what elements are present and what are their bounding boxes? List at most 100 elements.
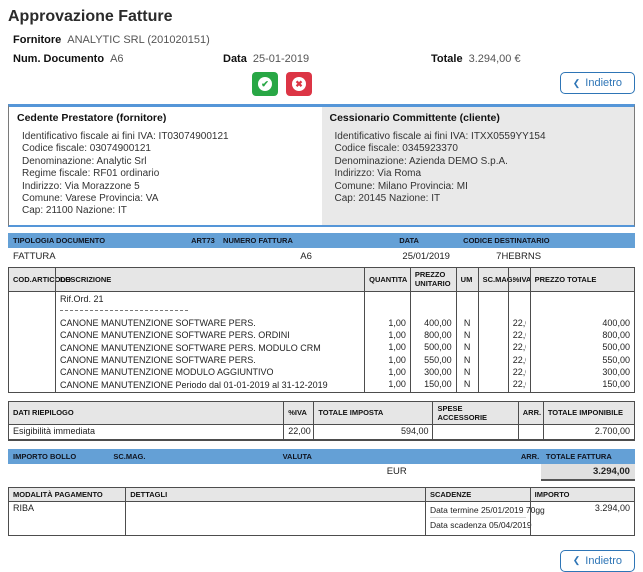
- sc-mag-header: SC.MAG.: [108, 452, 277, 461]
- totale-value: 3.294,00 €: [469, 53, 521, 65]
- items-col-um: NNNNNN: [456, 292, 478, 393]
- bollo-header-band: IMPORTO BOLLO SC.MAG. VALUTA ARR. TOTALE…: [8, 449, 635, 464]
- col-descrizione: DESCRIZIONE: [55, 267, 364, 292]
- documento-values-row: FATTURA A6 25/01/2019 7HEBRNS: [8, 248, 635, 267]
- riepilogo-col-label: DATI RIEPILOGO: [8, 401, 283, 425]
- art73-header: ART73: [186, 236, 218, 245]
- document-meta-row: Num. Documento A6 Data 25-01-2019 Totale…: [13, 53, 635, 65]
- importo-bollo-header: IMPORTO BOLLO: [8, 452, 108, 461]
- detail-line: Denominazione: Analytic Srl: [22, 156, 314, 168]
- item-cell: 800,00: [535, 329, 630, 341]
- item-cell: N: [461, 317, 474, 329]
- item-cell: 500,00: [415, 341, 452, 353]
- item-cell: 22,00: [513, 341, 526, 353]
- item-cell: CANONE MANUTENZIONE SOFTWARE PERS.: [60, 317, 360, 329]
- item-cell: 800,00: [415, 329, 452, 341]
- cedente-lines: Identificativo fiscale ai fini IVA: IT03…: [17, 131, 314, 218]
- items-table-header: COD.ARTICOLO DESCRIZIONE QUANTITA PREZZO…: [8, 267, 635, 292]
- item-cell: 150,00: [415, 378, 452, 390]
- items-col-prezzo-totale: 400,00800,00500,00550,00300,00150,00: [530, 292, 635, 393]
- parties-panel: Cedente Prestatore (fornitore) Identific…: [8, 104, 635, 227]
- numero-fattura-header: NUMERO FATTURA: [218, 236, 394, 245]
- arr-header: ARR.: [516, 452, 541, 461]
- riepilogo-row: Esigibilità immediata 22,00 594,00 2.700…: [8, 425, 635, 440]
- item-cell: 400,00: [535, 317, 630, 329]
- scadenze-header: SCADENZE: [425, 487, 530, 502]
- num-documento-value: A6: [110, 53, 123, 65]
- riepilogo-col-iva: %IVA: [283, 401, 313, 425]
- data-value: 25-01-2019: [253, 53, 309, 65]
- item-cell: CANONE MANUTENZIONE Periodo dal 01-01-20…: [60, 379, 360, 391]
- importo-header: IMPORTO: [530, 487, 635, 502]
- num-documento-label: Num. Documento: [13, 53, 104, 65]
- scadenza-data: Data scadenza 05/04/2019: [430, 518, 526, 532]
- item-cell: 1,00: [369, 341, 406, 353]
- item-cell: 22,00: [513, 378, 526, 390]
- back-button-bottom[interactable]: ❮ Indietro: [560, 550, 635, 572]
- reject-button[interactable]: ✖: [286, 72, 312, 96]
- item-cell: 550,00: [415, 354, 452, 366]
- pagamento-row: RIBA Data termine 25/01/2019 70gg Data s…: [8, 502, 635, 536]
- col-iva: %IVA: [508, 267, 530, 292]
- item-cell: 1,00: [369, 354, 406, 366]
- col-prezzo-totale: PREZZO TOTALE: [530, 267, 635, 292]
- data-header: DATA: [394, 236, 458, 245]
- totale-imponibile-value: 2.700,00: [543, 425, 635, 440]
- item-cell: 300,00: [415, 366, 452, 378]
- totale-label: Totale: [431, 53, 463, 65]
- cessionario-lines: Identificativo fiscale ai fini IVA: ITXX…: [330, 131, 627, 205]
- data-label: Data: [223, 53, 247, 65]
- col-quantita: QUANTITA: [364, 267, 410, 292]
- items-col-sc-mag: [478, 292, 508, 393]
- item-cell: 22,00: [513, 354, 526, 366]
- page-title: Approvazione Fatture: [8, 8, 635, 26]
- numero-fattura-value: A6: [218, 251, 394, 262]
- cessionario-box: Cessionario Committente (cliente) Identi…: [322, 107, 635, 225]
- detail-line: Regime fiscale: RF01 ordinario: [22, 168, 314, 180]
- item-cell: 400,00: [415, 317, 452, 329]
- back-button-top[interactable]: ❮ Indietro: [560, 72, 635, 94]
- chevron-left-icon: ❮: [573, 556, 581, 565]
- col-cod-articolo: COD.ARTICOLO: [8, 267, 55, 292]
- rif-ord-separator: [60, 310, 188, 311]
- riepilogo-header: DATI RIEPILOGO %IVA TOTALE IMPOSTA SPESE…: [8, 401, 635, 425]
- scadenze-cell: Data termine 25/01/2019 70gg Data scaden…: [425, 502, 530, 536]
- item-cell: 500,00: [535, 341, 630, 353]
- items-table-body: Rif.Ord. 21 CANONE MANUTENZIONE SOFTWARE…: [8, 292, 635, 393]
- valuta-value: EUR: [278, 464, 516, 481]
- detail-line: Denominazione: Azienda DEMO S.p.A.: [335, 156, 627, 168]
- importo-value: 3.294,00: [530, 502, 635, 536]
- fornitore-label: Fornitore: [13, 34, 61, 46]
- approve-button[interactable]: ✔: [252, 72, 278, 96]
- item-cell: 1,00: [369, 329, 406, 341]
- col-prezzo-unitario: PREZZO UNITARIO: [410, 267, 456, 292]
- data-value-doc: 25/01/2019: [394, 251, 458, 262]
- back-button-label: Indietro: [585, 555, 622, 567]
- riepilogo-col-imponibile: TOTALE IMPONIBILE: [543, 401, 635, 425]
- pagamento-header: MODALITÀ PAGAMENTO DETTAGLI SCADENZE IMP…: [8, 487, 635, 502]
- item-cell: 1,00: [369, 317, 406, 329]
- bollo-values-row: EUR 3.294,00: [8, 464, 635, 481]
- fornitore-value: ANALYTIC SRL (201020151): [67, 34, 209, 46]
- modalita-pagamento-header: MODALITÀ PAGAMENTO: [8, 487, 125, 502]
- riepilogo-col-spese: SPESE ACCESSORIE: [432, 401, 517, 425]
- data-documento: Data 25-01-2019: [223, 53, 431, 65]
- items-table: COD.ARTICOLO DESCRIZIONE QUANTITA PREZZO…: [8, 267, 635, 393]
- items-col-prezzo-unitario: 400,00800,00500,00550,00300,00150,00: [410, 292, 456, 393]
- art73-value: [186, 251, 218, 262]
- codice-destinatario-value: 7HEBRNS: [458, 251, 635, 262]
- riepilogo-col-arr: ARR.: [518, 401, 543, 425]
- cedente-title: Cedente Prestatore (fornitore): [17, 112, 314, 124]
- esigibilita-value: Esigibilità immediata: [8, 425, 283, 440]
- items-col-descrizione: Rif.Ord. 21 CANONE MANUTENZIONE SOFTWARE…: [55, 292, 364, 393]
- cedente-box: Cedente Prestatore (fornitore) Identific…: [9, 107, 322, 225]
- col-sc-mag: SC.MAG.: [478, 267, 508, 292]
- detail-line: Codice fiscale: 03074900121: [22, 143, 314, 155]
- tipologia-value: FATTURA: [8, 251, 186, 262]
- pagamento-table: MODALITÀ PAGAMENTO DETTAGLI SCADENZE IMP…: [8, 487, 635, 536]
- actions-row: ✔ ✖ ❮ Indietro: [8, 72, 635, 100]
- item-cell: 150,00: [535, 378, 630, 390]
- riepilogo-iva-value: 22,00: [283, 425, 313, 440]
- riepilogo-arr-value: [518, 425, 543, 440]
- riepilogo-table: DATI RIEPILOGO %IVA TOTALE IMPOSTA SPESE…: [8, 401, 635, 441]
